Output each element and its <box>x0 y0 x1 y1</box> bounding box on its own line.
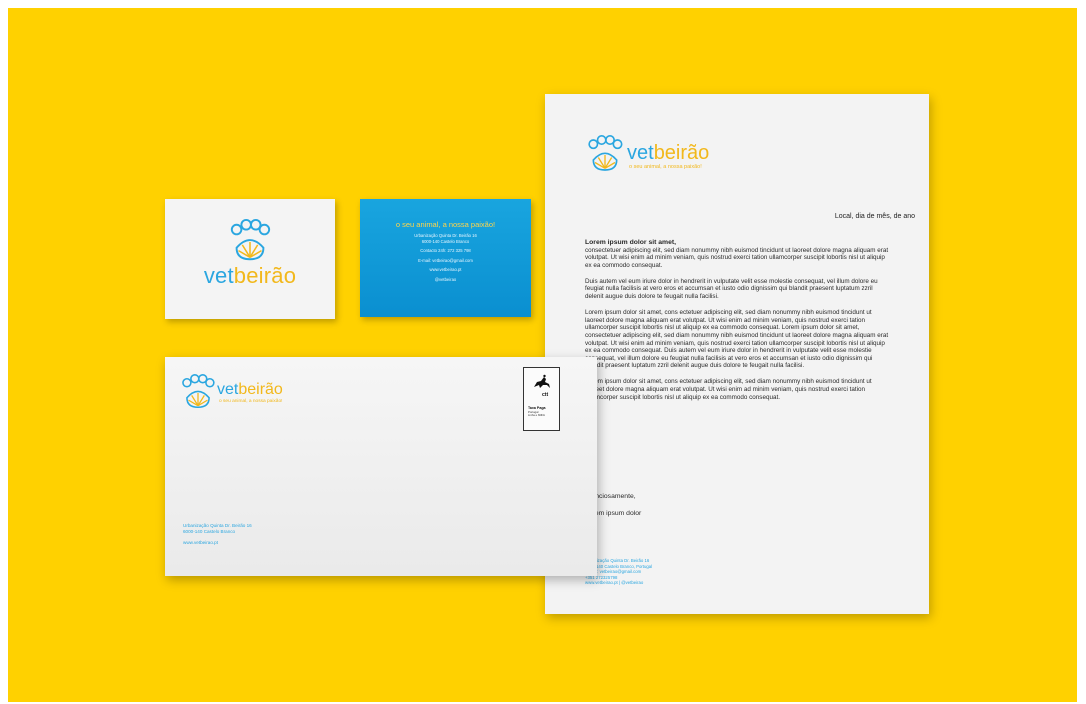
business-card-back: o seu animal, a nossa paixão! Urbanizaçã… <box>360 199 531 317</box>
yellow-backdrop: vetbeirão o seu animal, a nossa paixão! … <box>8 8 1077 702</box>
brand-wordmark: vetbeirão <box>217 381 283 398</box>
postage-stamp: ctt Taxa Paga Portugal Linha e Milhã <box>523 367 560 431</box>
letterhead-sheet: vetbeirão o seu animal, a nossa paixão! … <box>545 94 929 614</box>
card-tagline: o seu animal, a nossa paixão! <box>395 220 496 229</box>
stamp-brand: ctt <box>542 392 549 398</box>
footer-line: www.vetbeirao.pt | @vetbeirao <box>585 580 644 586</box>
address-web: www.vetbeirao.pt <box>183 540 218 545</box>
paw-logo-icon <box>230 219 271 261</box>
letter-paragraph: Lorem ipsum dolor sit amet, cons ectetue… <box>585 309 889 370</box>
card-social: @vetbeirao <box>434 276 457 282</box>
letter-paragraph: Duis autem vel eum iriure dolor in hendr… <box>585 277 878 301</box>
letter-greeting: Lorem ipsum dolor sit amet, <box>585 239 677 246</box>
paw-logo-icon <box>588 135 623 171</box>
stamp-line: Linha e Milhã <box>528 413 545 418</box>
business-card-front: vetbeirão <box>165 199 335 319</box>
envelope-address: Urbanização Quinta Dr. Beirão 16 6000-14… <box>183 523 252 546</box>
brand-wordmark: vetbeirão <box>627 142 710 164</box>
letter-paragraph: consectetuer adipiscing elit, sed diam n… <box>585 246 889 269</box>
brand-wordmark: vetbeirão <box>203 263 297 288</box>
horse-rider-icon <box>534 374 550 388</box>
brand-tagline: o seu animal, a nossa paixão! <box>219 399 283 404</box>
paw-logo-icon <box>182 374 215 409</box>
letter-body: Lorem ipsum dolor sit amet, consectetuer… <box>585 239 891 410</box>
stamp-text: Portugal Linha e Milhã <box>528 410 545 418</box>
envelope: vetbeirão o seu animal, a nossa paixão! … <box>165 357 597 576</box>
letter-paragraph: Lorem ipsum dolor sit amet, cons ectetue… <box>585 378 872 401</box>
brand-tagline: o seu animal, a nossa paixão! <box>629 164 702 170</box>
letter-date-line: Local, dia de mês, de ano <box>834 213 915 220</box>
